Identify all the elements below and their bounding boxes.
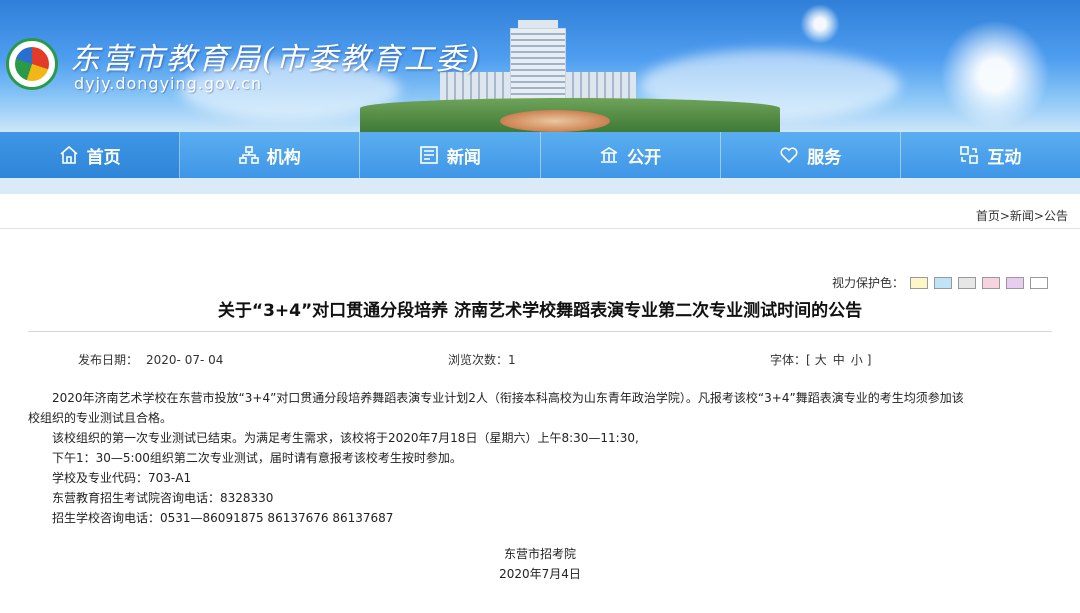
- font-size-medium[interactable]: 中: [833, 353, 845, 367]
- font-size-label: 字体：: [770, 353, 807, 367]
- nav-item-label: 公开: [627, 147, 662, 168]
- view-count-value: 1: [508, 353, 516, 367]
- color-swatch-gray[interactable]: [958, 276, 977, 289]
- nav-underline-strip: [0, 178, 1080, 194]
- site-domain: dyjy.dongying.gov.cn: [74, 74, 263, 93]
- paragraph: 该校组织的第一次专业测试已结束。为满足考生需求，该校将于2020年7月18日（星…: [52, 431, 639, 445]
- header-banner: 东营市教育局(市委教育工委) dyjy.dongying.gov.cn: [0, 0, 1080, 132]
- public-icon: [600, 147, 618, 163]
- nav-item-news[interactable]: 新闻: [360, 132, 541, 178]
- nav-item-label: 机构: [266, 147, 301, 168]
- font-size-small[interactable]: 小: [851, 353, 863, 367]
- view-count: 浏览次数：1: [448, 351, 516, 368]
- nav-item-public[interactable]: 公开: [541, 132, 721, 178]
- paragraph: 下午1：30—5:00组织第二次专业测试，届时请有意报考该校考生按时参加。: [52, 451, 462, 465]
- font-size-large[interactable]: 大: [815, 353, 827, 367]
- sign-date: 2020年7月4日: [499, 567, 581, 581]
- home-icon: [60, 145, 78, 164]
- nav-item-organization[interactable]: 机构: [180, 132, 361, 178]
- news-icon: [420, 146, 438, 164]
- divider: [0, 228, 1080, 229]
- vision-protection-colors: 视力保护色：: [832, 274, 1049, 291]
- nav-item-home[interactable]: 首页: [0, 132, 181, 178]
- view-count-label: 浏览次数：: [448, 353, 509, 367]
- government-building-image: [510, 28, 566, 100]
- site-name[interactable]: 东营市教育局(市委教育工委): [70, 34, 481, 78]
- font-size-selector: 字体：[ 大中小]: [770, 351, 871, 368]
- vision-label: 视力保护色：: [832, 276, 905, 290]
- nav-item-label: 首页: [86, 147, 121, 168]
- publish-date-value: 2020- 07- 04: [146, 353, 224, 367]
- publish-date-label: 发布日期：: [78, 353, 139, 367]
- education-emblem-icon[interactable]: [6, 38, 58, 90]
- color-swatch-purple[interactable]: [1006, 276, 1025, 289]
- main-nav: 首页 机构 新闻 公开 服务 互动: [0, 132, 1080, 178]
- color-swatch-pink[interactable]: [982, 276, 1001, 289]
- article-body: 2020年济南艺术学校在东营市投放“3+4”对口贯通分段培养舞蹈表演专业计划2人…: [28, 388, 1058, 528]
- paragraph: 校组织的专业测试且合格。: [28, 411, 173, 425]
- paragraph: 学校及专业代码：703-A1: [52, 471, 192, 485]
- color-swatch-blue[interactable]: [934, 276, 953, 289]
- paragraph: 东营教育招生考试院咨询电话：8328330: [52, 491, 274, 505]
- title-divider: [28, 331, 1052, 332]
- dandelion-image: [940, 20, 1050, 130]
- color-swatch-white[interactable]: [1030, 276, 1049, 289]
- paragraph: 招生学校咨询电话：0531—86091875 86137676 86137687: [52, 511, 394, 525]
- article-title: 关于“3+4”对口贯通分段培养 济南艺术学校舞蹈表演专业第二次专业测试时间的公告: [217, 301, 863, 321]
- nav-item-interaction[interactable]: 互动: [901, 132, 1080, 178]
- paragraph: 2020年济南艺术学校在东营市投放“3+4”对口贯通分段培养舞蹈表演专业计划2人…: [52, 391, 964, 405]
- nav-item-label: 新闻: [446, 147, 481, 168]
- bracket-close: ]: [866, 353, 872, 367]
- bracket-open: [: [806, 353, 811, 367]
- heart-icon: [780, 147, 798, 164]
- publish-date: 发布日期： 2020- 07- 04: [78, 351, 223, 368]
- color-swatch-yellow[interactable]: [910, 276, 929, 289]
- signature: 东营市招考院: [503, 547, 576, 561]
- org-chart-icon: [238, 146, 259, 164]
- nav-item-label: 互动: [987, 147, 1022, 168]
- breadcrumb[interactable]: 首页>新闻>公告: [976, 207, 1068, 224]
- interaction-icon: [960, 146, 979, 164]
- nav-item-label: 服务: [807, 147, 842, 168]
- nav-item-service[interactable]: 服务: [721, 132, 901, 178]
